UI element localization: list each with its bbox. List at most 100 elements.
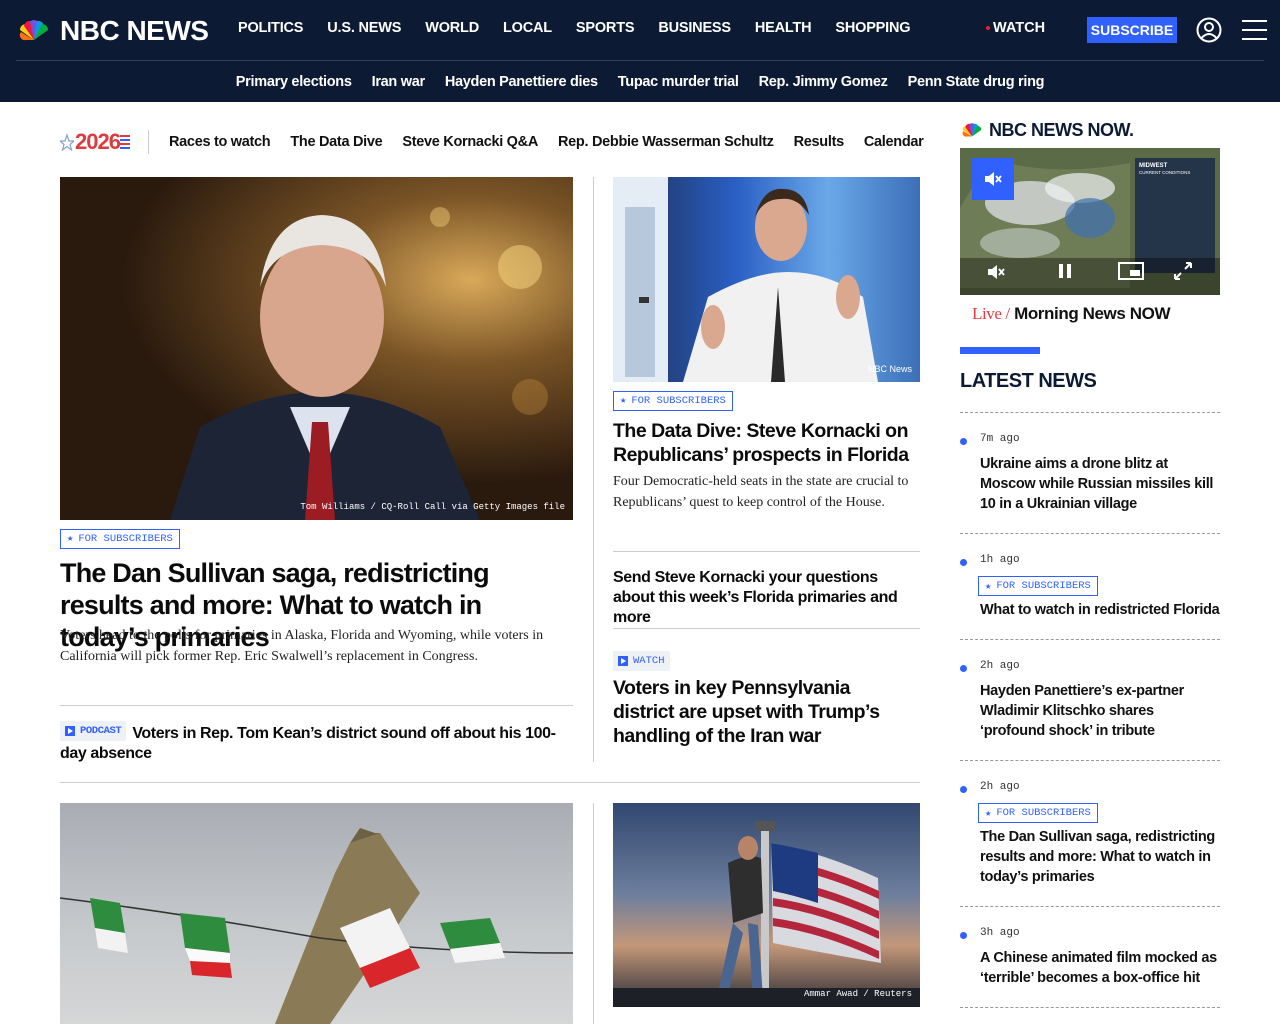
flag-stripes-icon [119,135,130,149]
trending-item[interactable]: Tupac murder trial [618,74,739,90]
divider [960,639,1220,640]
latest-news-item[interactable]: 1h ago ★ FOR SUBSCRIBERS What to watch in… [960,554,1220,634]
timestamp: 2h ago [980,781,1020,793]
nav-divider [16,60,1264,61]
column-divider [593,177,594,762]
logo-text: NBC NEWS [60,15,209,46]
nav-us-news[interactable]: U.S. NEWS [327,20,401,36]
star-icon: ★ [620,395,627,407]
trending-item[interactable]: Primary elections [236,74,352,90]
related-podcast-item[interactable]: PODCAST Voters in Rep. Tom Kean’s distric… [60,721,573,764]
volume-mute-icon[interactable] [986,264,1006,280]
nav-local[interactable]: LOCAL [503,20,552,36]
missile-image[interactable] [60,803,573,1024]
subscribe-button[interactable]: SUBSCRIBE [1087,17,1177,43]
news-title: A Chinese animated film mocked as ‘terri… [980,950,1217,986]
subscriber-tag: ★ FOR SUBSCRIBERS [978,803,1098,823]
top-navigation-bar: NBC NEWS POLITICS U.S. NEWS WORLD LOCAL … [0,0,1280,102]
lead-story-image[interactable]: Tom Williams / CQ-Roll Call via Getty Im… [60,177,573,520]
divider [960,412,1220,413]
timestamp: 7m ago [980,433,1020,445]
subscriber-tag: ★ FOR SUBSCRIBERS [613,390,733,411]
fullscreen-icon[interactable] [1174,262,1192,280]
bullet-icon [960,438,967,445]
nav-business[interactable]: BUSINESS [658,20,731,36]
star-icon [60,133,74,151]
timestamp: 3h ago [980,927,1020,939]
subnav-divider [148,130,149,154]
kornacki-questions-link[interactable]: Send Steve Kornacki your questions about… [613,568,920,628]
image-credit: NBC News [867,364,912,374]
flag-image[interactable]: Ammar Awad / Reuters [613,803,920,1007]
divider [960,906,1220,907]
account-icon[interactable] [1196,17,1222,43]
trending-item[interactable]: Penn State drug ring [908,74,1045,90]
data-dive-image[interactable]: NBC News [613,177,920,382]
pause-icon[interactable] [1057,263,1073,279]
nav-politics[interactable]: POLITICS [238,20,303,36]
unmute-button[interactable] [972,158,1014,200]
divider [960,1007,1220,1008]
data-dive-dek: Four Democratic-held seats in the state … [613,474,909,510]
mute-icon [985,172,1002,186]
watch-tag: WATCH [613,651,670,671]
bullet-icon [960,665,967,672]
nbc-news-now-logo[interactable]: NBC NEWS NOW. [960,120,1134,141]
now-logo-text: NBC NEWS NOW. [989,120,1134,140]
latest-news-item[interactable]: 2h ago Hayden Panettiere’s ex-partner Wl… [960,660,1220,750]
trending-item[interactable]: Rep. Jimmy Gomez [759,74,888,90]
election-subnav: 2026 Races to watch The Data Dive Steve … [60,126,924,158]
play-icon [65,726,75,736]
timestamp: 2h ago [980,660,1020,672]
pennsylvania-headline[interactable]: Voters in key Pennsylvania district are … [613,676,913,748]
news-title: Hayden Panettiere’s ex-partner Wladimir … [980,683,1185,739]
election-2026-logo[interactable]: 2026 [60,128,130,156]
nav-shopping[interactable]: SHOPPING [835,20,910,36]
data-dive-headline[interactable]: The Data Dive: Steve Kornacki on Republi… [613,419,913,467]
news-title: The Dan Sullivan saga, redistricting res… [980,829,1215,885]
watch-label: WATCH [993,20,1046,36]
live-show-caption[interactable]: Live / Morning News NOW [972,304,1171,324]
image-credit: Tom Williams / CQ-Roll Call via Getty Im… [300,502,565,512]
divider [960,533,1220,534]
peacock-icon [19,20,48,41]
show-title: Morning News NOW [1014,304,1171,323]
latest-news-item[interactable]: 7m ago Ukraine aims a drone blitz at Mos… [960,433,1220,523]
lead-dek: Voters head to the polls for primaries i… [60,628,544,664]
subnav-calendar[interactable]: Calendar [864,134,924,150]
bullet-icon [960,932,967,939]
trending-bar: Primary elections Iran war Hayden Panett… [0,74,1280,90]
star-icon: ★ [985,807,992,820]
subscriber-tag: ★ FOR SUBSCRIBERS [60,528,180,549]
latest-news-item[interactable]: 3h ago A Chinese animated film mocked as… [960,927,1220,997]
trending-item[interactable]: Hayden Panettiere dies [445,74,598,90]
subnav-races-to-watch[interactable]: Races to watch [169,134,271,150]
subnav-results[interactable]: Results [794,134,845,150]
news-title: Ukraine aims a drone blitz at Moscow whi… [980,456,1214,512]
subnav-data-dive[interactable]: The Data Dive [290,134,382,150]
subscriber-tag: ★ FOR SUBSCRIBERS [978,576,1098,596]
divider [960,760,1220,761]
nav-sports[interactable]: SPORTS [576,20,635,36]
menu-icon[interactable] [1242,19,1267,41]
nbc-news-logo[interactable]: NBC NEWS [16,14,209,48]
play-icon [618,656,628,666]
latest-news-item[interactable]: 2h ago ★ FOR SUBSCRIBERS The Dan Sullivan… [960,781,1220,891]
timestamp: 1h ago [980,554,1020,566]
section-divider [60,782,920,783]
live-label: Live / [972,304,1010,323]
nav-health[interactable]: HEALTH [755,20,812,36]
picture-in-picture-icon[interactable] [1118,262,1144,280]
nav-world[interactable]: WORLD [425,20,479,36]
latest-news-heading: LATEST NEWS [960,370,1097,392]
trending-item[interactable]: Iran war [372,74,426,90]
subnav-wasserman-schultz[interactable]: Rep. Debbie Wasserman Schultz [558,134,774,150]
election-year: 2026 [75,129,121,154]
subnav-kornacki-qa[interactable]: Steve Kornacki Q&A [402,134,538,150]
divider [60,705,573,706]
peacock-icon [962,123,982,137]
weather-subtitle: CURRENT CONDITIONS [1139,170,1191,175]
live-video-player[interactable]: MIDWEST CURRENT CONDITIONS [960,148,1220,295]
column-divider [593,803,594,1024]
watch-link[interactable]: WATCH [986,20,1045,36]
